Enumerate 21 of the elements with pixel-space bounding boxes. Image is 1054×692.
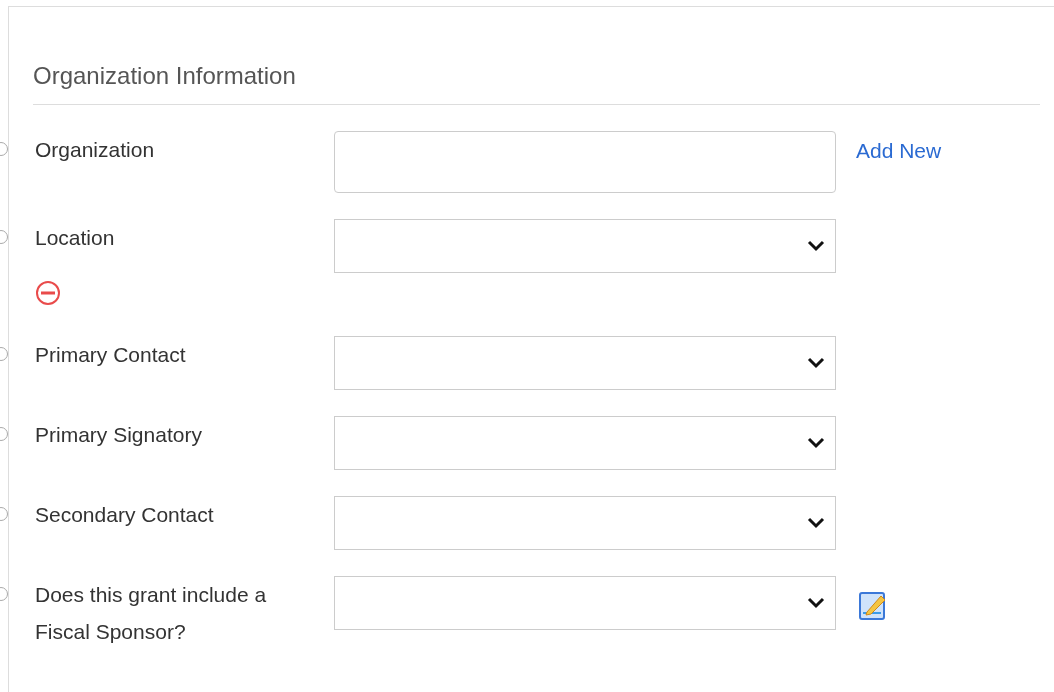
field-label: Location xyxy=(35,225,116,251)
chevron-down-icon xyxy=(807,357,825,369)
field-label: Organization xyxy=(35,137,156,163)
add-new-link[interactable]: Add New xyxy=(856,135,942,167)
chevron-down-icon xyxy=(807,597,825,609)
field-label: Secondary Contact xyxy=(35,502,215,528)
edit-icon[interactable] xyxy=(858,591,888,621)
select-field[interactable] xyxy=(334,219,836,273)
select-field[interactable] xyxy=(334,336,836,390)
chevron-down-icon xyxy=(807,437,825,449)
remove-icon[interactable] xyxy=(35,280,61,306)
select-field[interactable] xyxy=(334,576,836,630)
field-label: Primary Contact xyxy=(35,342,187,368)
section-title: Organization Information xyxy=(33,61,297,91)
field-label: Primary Signatory xyxy=(35,422,203,448)
select-field[interactable] xyxy=(334,496,836,550)
text-field[interactable] xyxy=(334,131,836,193)
field-label: Does this grant include a Fiscal Sponsor? xyxy=(35,582,268,645)
select-field[interactable] xyxy=(334,416,836,470)
chevron-down-icon xyxy=(807,517,825,529)
chevron-down-icon xyxy=(807,240,825,252)
